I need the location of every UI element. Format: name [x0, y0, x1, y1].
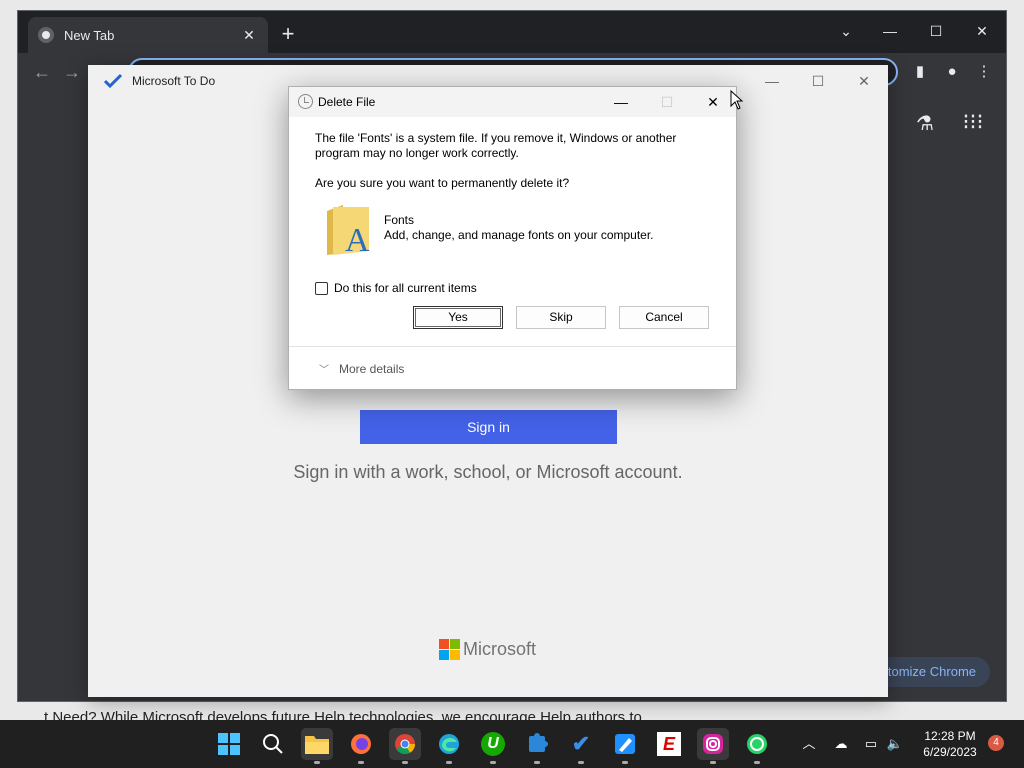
new-tab-button[interactable]: +: [276, 23, 300, 47]
tab-new-tab[interactable]: New Tab ✕: [28, 17, 268, 53]
volume-icon[interactable]: 🔈: [885, 734, 905, 754]
sign-in-description: Sign in with a work, school, or Microsof…: [293, 462, 683, 482]
todo-check-glyph: ✔: [571, 731, 591, 756]
apply-all-checkbox-row[interactable]: Do this for all current items: [315, 281, 477, 295]
whatsapp-icon[interactable]: [741, 728, 773, 764]
todo-minimize-button[interactable]: —: [752, 69, 792, 93]
running-indicator: [578, 761, 584, 764]
sign-in-button[interactable]: Sign in: [360, 410, 617, 444]
chrome-minimize-button[interactable]: —: [870, 17, 910, 45]
start-windows-icon[interactable]: [213, 728, 245, 760]
yes-button[interactable]: Yes: [413, 306, 503, 329]
side-panel-icon[interactable]: ▮: [909, 61, 931, 83]
chrome-close-button[interactable]: ✕: [962, 17, 1002, 45]
clock[interactable]: 12:28 PM 6/29/2023: [915, 728, 985, 760]
espn-icon[interactable]: E: [653, 728, 685, 760]
dialog-minimize-button[interactable]: —: [601, 89, 641, 115]
microsoft-squares-icon: [439, 639, 460, 660]
instagram-icon[interactable]: [697, 728, 729, 764]
file-explorer-folder-icon[interactable]: [301, 728, 333, 764]
taskbar: U ✔ E ︿ ☁ ▭ 🔈 12:28 PM 6/29/2023 4: [0, 720, 1024, 768]
todo-checkmark-icon[interactable]: ✔: [565, 728, 597, 764]
dialog-divider: [289, 346, 736, 347]
warning-message: The file 'Fonts' is a system file. If yo…: [315, 131, 677, 160]
skip-button[interactable]: Skip: [516, 306, 606, 329]
running-indicator: [446, 761, 452, 764]
labs-flask-icon[interactable]: ⚗: [913, 111, 937, 135]
chrome-maximize-button[interactable]: ☐: [916, 17, 956, 45]
running-indicator: [402, 761, 408, 764]
more-details-toggle[interactable]: ﹀ More details: [319, 361, 405, 377]
upwork-letter: U: [481, 732, 505, 756]
cancel-button[interactable]: Cancel: [619, 306, 709, 329]
puzzle-icon[interactable]: [521, 728, 553, 764]
dialog-message-area: The file 'Fonts' is a system file. If yo…: [315, 131, 715, 161]
chevron-down-icon: ﹀: [319, 365, 329, 376]
dialog-title: Delete File: [318, 95, 376, 109]
microsoft-logo: Microsoft: [439, 639, 536, 660]
mouse-cursor-icon: [730, 90, 744, 110]
todo-maximize-button[interactable]: ☐: [798, 69, 838, 93]
clock-date: 6/29/2023: [923, 745, 977, 759]
tab-close-icon[interactable]: ✕: [240, 27, 258, 44]
todo-logo-icon: [104, 73, 122, 89]
running-indicator: [534, 761, 540, 764]
running-indicator: [710, 761, 716, 764]
dialog-maximize-button: ☐: [660, 94, 674, 110]
clock-icon: [298, 94, 313, 109]
svg-text:A: A: [345, 222, 370, 257]
apply-all-label: Do this for all current items: [334, 281, 477, 295]
firefox-icon[interactable]: [345, 728, 377, 764]
edge-icon[interactable]: [433, 728, 465, 764]
chrome-menu-icon[interactable]: ⋮: [973, 61, 995, 83]
clock-time: 12:28 PM: [924, 729, 976, 743]
network-icon[interactable]: ▭: [861, 734, 881, 754]
tab-search-icon[interactable]: ⌄: [826, 17, 866, 45]
running-indicator: [490, 761, 496, 764]
dialog-titlebar[interactable]: Delete File — ☐ ✕: [289, 87, 736, 117]
todo-close-button[interactable]: ✕: [844, 69, 884, 93]
running-indicator: [358, 761, 364, 764]
chrome-tab-bar: New Tab ✕ + ⌄ — ☐ ✕: [18, 11, 1006, 53]
google-apps-icon[interactable]: ⁝⁝⁝: [961, 111, 985, 135]
forward-icon[interactable]: →: [60, 61, 84, 85]
microsoft-brand-text: Microsoft: [463, 639, 537, 659]
fonts-folder-icon: A: [327, 205, 370, 257]
espn-letter: E: [657, 732, 681, 756]
dialog-close-button[interactable]: ✕: [693, 89, 733, 115]
file-description: Add, change, and manage fonts on your co…: [384, 228, 654, 242]
running-indicator: [314, 761, 320, 764]
file-name: Fonts: [384, 213, 415, 227]
chevron-up-icon[interactable]: ︿: [799, 734, 819, 754]
running-indicator: [622, 761, 628, 764]
profile-icon[interactable]: ●: [941, 61, 963, 83]
chrome-icon[interactable]: [389, 728, 421, 764]
chrome-favicon-icon: [38, 27, 54, 43]
back-icon[interactable]: ←: [30, 61, 54, 85]
onedrive-cloud-icon[interactable]: ☁: [831, 734, 851, 754]
notification-badge[interactable]: 4: [988, 735, 1004, 751]
confirm-question: Are you sure you want to permanently del…: [315, 176, 570, 190]
tab-title: New Tab: [64, 27, 115, 43]
more-details-label: More details: [339, 361, 405, 376]
delete-file-dialog: Delete File — ☐ ✕ The file 'Fonts' is a …: [288, 86, 737, 390]
search-icon[interactable]: [257, 728, 289, 760]
running-indicator: [754, 761, 760, 764]
paint-icon[interactable]: [609, 728, 641, 764]
upwork-icon[interactable]: U: [477, 728, 509, 764]
apply-all-checkbox[interactable]: [315, 281, 328, 295]
todo-window-title: Microsoft To Do: [132, 74, 216, 88]
